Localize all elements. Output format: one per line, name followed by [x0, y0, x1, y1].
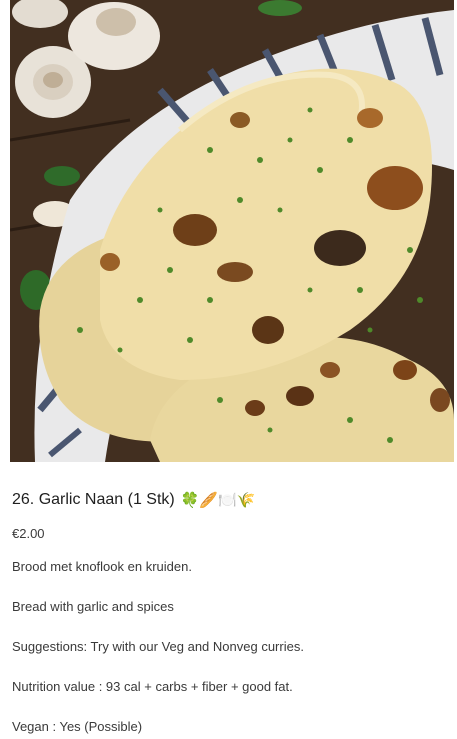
item-title: 26. Garlic Naan (1 Stk)	[12, 491, 175, 508]
description-dutch: Brood met knoflook en kruiden.	[12, 559, 192, 574]
suggestions-text: Suggestions: Try with our Veg and Nonveg…	[12, 639, 304, 654]
item-emoji-badges: 🍀🥖🍽️🌾	[180, 491, 256, 509]
product-image	[10, 0, 454, 462]
menu-item-detail: 26. Garlic Naan (1 Stk) 🍀🥖🍽️🌾 €2.00 Broo…	[0, 0, 457, 739]
nutrition-text: Nutrition value : 93 cal + carbs + fiber…	[12, 679, 293, 694]
description-english: Bread with garlic and spices	[12, 599, 174, 614]
vegan-text: Vegan : Yes (Possible)	[12, 719, 143, 734]
item-details: 26. Garlic Naan (1 Stk) 🍀🥖🍽️🌾 €2.00 Broo…	[12, 488, 447, 735]
item-price: €2.00	[12, 526, 45, 541]
item-title-row: 26. Garlic Naan (1 Stk) 🍀🥖🍽️🌾	[12, 488, 447, 512]
